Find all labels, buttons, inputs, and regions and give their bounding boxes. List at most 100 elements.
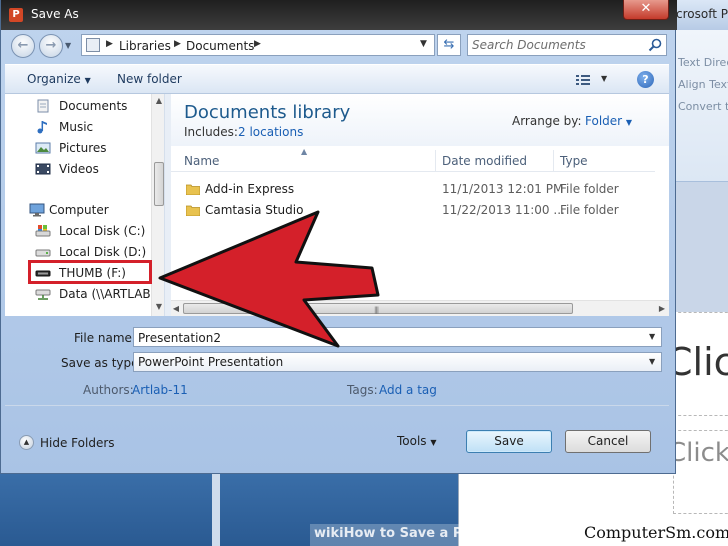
library-title: Documents library [184, 102, 351, 123]
recent-locations-dropdown[interactable]: ▼ [65, 40, 75, 52]
library-includes-label: Includes: [184, 125, 238, 139]
breadcrumb-chevron-icon[interactable]: ▶ [174, 39, 181, 49]
file-row[interactable]: Camtasia Studio 11/22/2013 11:00 ... Fil… [171, 201, 655, 221]
videos-icon [35, 163, 51, 175]
file-name-field[interactable]: ▼ [133, 327, 662, 347]
nav-item-computer[interactable]: Computer [29, 200, 164, 221]
nav-item-label: Pictures [59, 141, 107, 155]
column-date-modified[interactable]: Date modified [442, 154, 527, 168]
file-date: 11/1/2013 12:01 PM [442, 182, 564, 196]
scrollbar-thumb[interactable] [154, 162, 164, 206]
scrollbar-thumb[interactable]: ||| [183, 303, 573, 314]
file-name-input[interactable] [138, 330, 638, 345]
powerpoint-title: crosoft Po [676, 7, 728, 21]
powerpoint-app-icon: P [9, 8, 23, 22]
close-button[interactable]: ✕ [623, 0, 669, 20]
dialog-title: Save As [31, 7, 79, 21]
breadcrumb-chevron-icon[interactable]: ▶ [106, 39, 113, 49]
library-locations-link[interactable]: 2 locations [238, 125, 303, 139]
ribbon-text-direction[interactable]: Text Direc [678, 56, 728, 69]
address-bar[interactable]: ▶ Libraries ▶ Documents ▶ ▼ [81, 34, 435, 56]
file-type: File folder [560, 182, 619, 196]
file-date: 11/22/2013 11:00 ... [442, 203, 565, 217]
ribbon-convert[interactable]: Convert to [678, 100, 728, 113]
file-name: Camtasia Studio [205, 203, 304, 217]
forward-button[interactable]: → [39, 34, 63, 58]
file-row[interactable]: Add-in Express 11/1/2013 12:01 PM File f… [171, 180, 655, 200]
save-as-type-label: Save as type: [61, 356, 143, 370]
search-input[interactable] [472, 37, 642, 53]
save-as-dialog: P Save As ✕ ← → ▼ ▶ Libraries ▶ Document… [0, 0, 677, 474]
slide-subtitle-placeholder-text: Click [668, 438, 728, 468]
scroll-right-arrow-icon[interactable]: ▶ [655, 304, 669, 313]
authors-label: Authors: [83, 383, 134, 397]
help-icon[interactable]: ? [637, 71, 654, 88]
column-divider[interactable] [435, 150, 436, 172]
tools-label: Tools [397, 434, 427, 448]
scroll-down-arrow-icon[interactable]: ▼ [152, 302, 164, 311]
authors-value[interactable]: Artlab-11 [132, 383, 188, 397]
pane-divider [212, 474, 220, 546]
arrange-by-value: Folder [585, 114, 623, 128]
nav-item-pictures[interactable]: Pictures [35, 138, 164, 159]
computer-icon [29, 203, 45, 217]
save-as-type-value: PowerPoint Presentation [138, 355, 284, 369]
new-folder-button[interactable]: New folder [117, 72, 182, 86]
nav-item-label: Computer [49, 203, 109, 217]
tools-button[interactable]: Tools ▼ [397, 434, 437, 448]
music-icon [37, 121, 47, 134]
powerpoint-titlebar: crosoft Po [668, 0, 728, 30]
nav-item-videos[interactable]: Videos [35, 159, 164, 180]
file-list-horizontal-scrollbar[interactable]: ◀ ||| ▶ [171, 300, 669, 316]
breadcrumb-chevron-icon[interactable]: ▶ [254, 39, 261, 49]
organize-label: Organize [27, 72, 81, 86]
views-icon[interactable] [575, 73, 591, 87]
file-name-label: File name: [74, 331, 136, 345]
nav-item-label: Documents [59, 99, 128, 113]
column-type[interactable]: Type [560, 154, 588, 168]
folder-icon [186, 184, 200, 195]
cancel-button[interactable]: Cancel [565, 430, 651, 453]
nav-pane-scrollbar[interactable]: ▲ ▼ [151, 94, 164, 316]
sort-ascending-icon: ▲ [301, 147, 308, 156]
nav-item-documents[interactable]: Documents [35, 96, 164, 117]
scroll-left-arrow-icon[interactable]: ◀ [171, 304, 183, 313]
save-as-type-dropdown-icon[interactable]: ▼ [649, 357, 655, 366]
address-dropdown-icon[interactable]: ▼ [420, 39, 427, 49]
network-drive-icon [35, 289, 51, 300]
breadcrumb-documents[interactable]: Documents [186, 39, 254, 53]
drive-icon [35, 249, 51, 257]
nav-item-local-disk-c[interactable]: Local Disk (C:) [35, 221, 164, 242]
view-options-dropdown-icon[interactable]: ▼ [601, 74, 607, 83]
refresh-button[interactable]: ⇆ [437, 34, 461, 56]
ribbon-align-text[interactable]: Align Text [678, 78, 728, 91]
file-name: Add-in Express [205, 182, 295, 196]
arrange-by-dropdown[interactable]: Folder ▼ [585, 114, 632, 128]
command-toolbar: Organize ▼ New folder ▼ ? [5, 64, 669, 94]
library-header: Documents library Includes: 2 locations … [171, 94, 669, 146]
pictures-icon [35, 142, 51, 154]
chevron-down-icon: ▼ [625, 118, 633, 127]
chevron-down-icon: ▼ [84, 76, 91, 85]
chevron-up-icon: ▲ [19, 435, 34, 450]
nav-item-label: Videos [59, 162, 99, 176]
column-name[interactable]: Name [184, 154, 219, 168]
file-name-dropdown-icon[interactable]: ▼ [649, 332, 655, 341]
save-button[interactable]: Save [466, 430, 552, 453]
column-divider[interactable] [553, 150, 554, 172]
scroll-up-arrow-icon[interactable]: ▲ [152, 96, 164, 105]
nav-item-label: Data (\\ARTLAB) [59, 287, 156, 301]
nav-item-label: Local Disk (D:) [59, 245, 147, 259]
breadcrumb-libraries[interactable]: Libraries [119, 39, 171, 53]
nav-item-music[interactable]: Music [35, 117, 164, 138]
search-icon[interactable] [648, 38, 662, 52]
chevron-down-icon: ▼ [430, 438, 437, 447]
arrange-by-label: Arrange by: [512, 114, 582, 128]
nav-item-data-artlab[interactable]: Data (\\ARTLAB) [35, 284, 164, 305]
dialog-titlebar: P Save As ✕ [1, 0, 677, 30]
tags-value[interactable]: Add a tag [379, 383, 437, 397]
save-as-type-select[interactable]: PowerPoint Presentation ▼ [133, 352, 662, 372]
organize-button[interactable]: Organize ▼ [27, 72, 91, 86]
search-box[interactable] [467, 34, 667, 56]
back-button[interactable]: ← [11, 34, 35, 58]
